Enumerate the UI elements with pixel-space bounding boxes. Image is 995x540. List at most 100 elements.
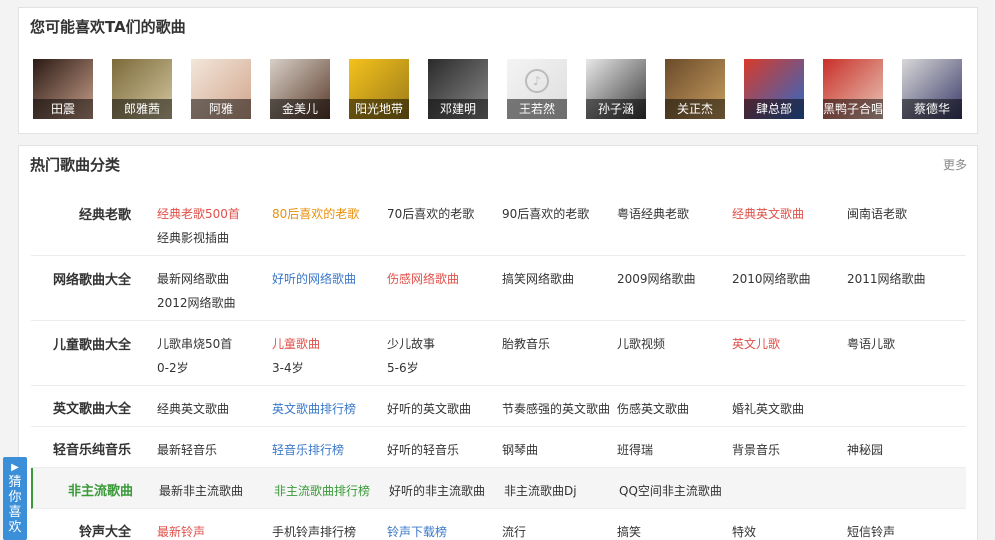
category-link[interactable]: 伤感网络歌曲 — [387, 270, 502, 287]
category-link[interactable]: 搞笑 — [617, 523, 732, 540]
category-link[interactable]: 经典老歌500首 — [157, 205, 272, 222]
artists-panel-header: 您可能喜欢TA们的歌曲 — [19, 8, 977, 44]
category-link[interactable]: 轻音乐排行榜 — [272, 441, 387, 458]
category-link[interactable]: QQ空间非主流歌曲 — [619, 482, 734, 499]
artist-name: 肆总部 — [744, 99, 804, 119]
category-link[interactable]: 5-6岁 — [387, 359, 502, 376]
category-link[interactable]: 流行 — [502, 523, 617, 540]
artist-item[interactable]: 田震 — [33, 59, 93, 119]
category-row: 儿童歌曲大全 儿歌串烧50首 儿童歌曲 少儿故事 胎教音乐 儿歌视频 英文儿歌 粤语儿歌 0-2… — [31, 321, 966, 386]
category-link[interactable]: 最新铃声 — [157, 523, 272, 540]
category-link[interactable]: 70后喜欢的老歌 — [387, 205, 502, 222]
category-link[interactable]: 2009网络歌曲 — [617, 270, 732, 287]
artist-name: 郎雅茜 — [112, 99, 172, 119]
category-link[interactable]: 2012网络歌曲 — [157, 294, 272, 311]
music-note-icon: ♪ — [525, 69, 549, 93]
category-link[interactable]: 90后喜欢的老歌 — [502, 205, 617, 222]
guess-you-like-tab[interactable]: ▶ 猜你喜欢 — [3, 457, 27, 540]
category-link[interactable]: 神秘园 — [847, 441, 962, 458]
category-link[interactable]: 节奏感强的英文歌曲 — [502, 400, 617, 417]
category-label: 铃声大全 — [78, 525, 131, 540]
category-link[interactable]: 钢琴曲 — [502, 441, 617, 458]
category-label: 英文歌曲大全 — [52, 402, 131, 417]
category-link[interactable]: 2010网络歌曲 — [732, 270, 847, 287]
category-link[interactable]: 胎教音乐 — [502, 335, 617, 352]
artist-item[interactable]: 黑鸭子合唱 — [823, 59, 883, 119]
artist-item[interactable]: 邓建明 — [428, 59, 488, 119]
category-label: 轻音乐纯音乐 — [52, 443, 131, 458]
category-link[interactable]: 非主流歌曲Dj — [504, 482, 619, 499]
category-link[interactable]: 好听的轻音乐 — [387, 441, 502, 458]
artist-name: 蔡德华 — [902, 99, 962, 119]
artist-name: 田震 — [33, 99, 93, 119]
category-row: 经典老歌 经典老歌500首 80后喜欢的老歌 70后喜欢的老歌 90后喜欢的老歌 粤语经典… — [31, 191, 966, 256]
artist-name: 孙子涵 — [586, 99, 646, 119]
category-link[interactable]: 伤感英文歌曲 — [617, 400, 732, 417]
category-link[interactable]: 儿童歌曲 — [272, 335, 387, 352]
artist-list: 田震 郎雅茜 阿雅 金美儿 阳光地带 邓建明 ♪ 王若然 孙子涵 关正杰 肆总部 黑鸭子合唱 蔡德华 — [33, 59, 962, 119]
category-link[interactable]: 儿歌串烧50首 — [157, 335, 272, 352]
chevron-right-icon: ▶ — [11, 462, 19, 473]
category-link[interactable]: 最新网络歌曲 — [157, 270, 272, 287]
artist-item[interactable]: 阿雅 — [191, 59, 251, 119]
category-link[interactable]: 好听的非主流歌曲 — [389, 482, 504, 499]
category-link[interactable]: 儿歌视频 — [617, 335, 732, 352]
artist-name: 金美儿 — [270, 99, 330, 119]
artist-item[interactable]: 孙子涵 — [586, 59, 646, 119]
category-link[interactable]: 短信铃声 — [847, 523, 962, 540]
category-link[interactable]: 粤语经典老歌 — [617, 205, 732, 222]
category-link[interactable]: 粤语儿歌 — [847, 335, 962, 352]
category-row: 轻音乐纯音乐 最新轻音乐 轻音乐排行榜 好听的轻音乐 钢琴曲 班得瑞 背景音乐 神秘园 — [31, 427, 966, 468]
artist-item[interactable]: 蔡德华 — [902, 59, 962, 119]
category-link[interactable]: 铃声下载榜 — [387, 523, 502, 540]
artist-name: 关正杰 — [665, 99, 725, 119]
category-link[interactable]: 班得瑞 — [617, 441, 732, 458]
artists-panel-title: 您可能喜欢TA们的歌曲 — [30, 18, 186, 36]
category-label: 儿童歌曲大全 — [52, 338, 131, 353]
category-link[interactable]: 少儿故事 — [387, 335, 502, 352]
category-row: 铃声大全 最新铃声 手机铃声排行榜 铃声下载榜 流行 搞笑 特效 短信铃声 — [31, 509, 966, 540]
guess-you-like-label: 猜你喜欢 — [8, 475, 22, 535]
category-link[interactable]: 搞笑网络歌曲 — [502, 270, 617, 287]
category-link[interactable]: 3-4岁 — [272, 359, 387, 376]
category-link[interactable]: 好听的网络歌曲 — [272, 270, 387, 287]
category-link[interactable]: 80后喜欢的老歌 — [272, 205, 387, 222]
categories-panel-header: 热门歌曲分类 更多 — [19, 146, 977, 182]
category-link[interactable]: 背景音乐 — [732, 441, 847, 458]
more-link[interactable]: 更多 — [943, 156, 967, 173]
category-link[interactable]: 最新轻音乐 — [157, 441, 272, 458]
category-label: 网络歌曲大全 — [52, 273, 131, 288]
artist-name: 黑鸭子合唱 — [823, 99, 883, 119]
artist-item[interactable]: 金美儿 — [270, 59, 330, 119]
artist-item[interactable]: 关正杰 — [665, 59, 725, 119]
category-link[interactable]: 经典影视插曲 — [157, 229, 272, 246]
category-link[interactable]: 非主流歌曲排行榜 — [274, 482, 389, 499]
categories-panel: 热门歌曲分类 更多 经典老歌 经典老歌500首 80后喜欢的老歌 70后喜欢的老歌 90… — [18, 145, 978, 540]
category-link[interactable]: 最新非主流歌曲 — [159, 482, 274, 499]
category-row: 非主流歌曲 最新非主流歌曲 非主流歌曲排行榜 好听的非主流歌曲 非主流歌曲Dj QQ空间非… — [31, 468, 966, 509]
artists-panel: 您可能喜欢TA们的歌曲 田震 郎雅茜 阿雅 金美儿 阳光地带 邓建明 ♪ 王若然 孙子涵 关正杰肆… — [18, 7, 978, 134]
category-link[interactable]: 婚礼英文歌曲 — [732, 400, 847, 417]
category-link[interactable]: 英文歌曲排行榜 — [272, 400, 387, 417]
category-link[interactable]: 2011网络歌曲 — [847, 270, 962, 287]
category-link[interactable]: 经典英文歌曲 — [157, 400, 272, 417]
categories-panel-title: 热门歌曲分类 — [30, 156, 121, 174]
category-link[interactable]: 0-2岁 — [157, 359, 272, 376]
artist-item[interactable]: ♪ 王若然 — [507, 59, 567, 119]
category-link[interactable]: 英文儿歌 — [732, 335, 847, 352]
category-link[interactable]: 好听的英文歌曲 — [387, 400, 502, 417]
artist-name: 邓建明 — [428, 99, 488, 119]
artist-item[interactable]: 郎雅茜 — [112, 59, 172, 119]
category-link[interactable]: 手机铃声排行榜 — [272, 523, 387, 540]
category-label: 经典老歌 — [78, 208, 131, 223]
category-label: 非主流歌曲 — [67, 484, 133, 499]
category-row: 网络歌曲大全 最新网络歌曲 好听的网络歌曲 伤感网络歌曲 搞笑网络歌曲 2009网络歌曲 2… — [31, 256, 966, 321]
artist-item[interactable]: 阳光地带 — [349, 59, 409, 119]
artist-name: 阳光地带 — [349, 99, 409, 119]
category-link[interactable]: 经典英文歌曲 — [732, 205, 847, 222]
artist-name: 阿雅 — [191, 99, 251, 119]
artist-item[interactable]: 肆总部 — [744, 59, 804, 119]
artist-name: 王若然 — [507, 99, 567, 119]
category-link[interactable]: 闽南语老歌 — [847, 205, 962, 222]
category-link[interactable]: 特效 — [732, 523, 847, 540]
